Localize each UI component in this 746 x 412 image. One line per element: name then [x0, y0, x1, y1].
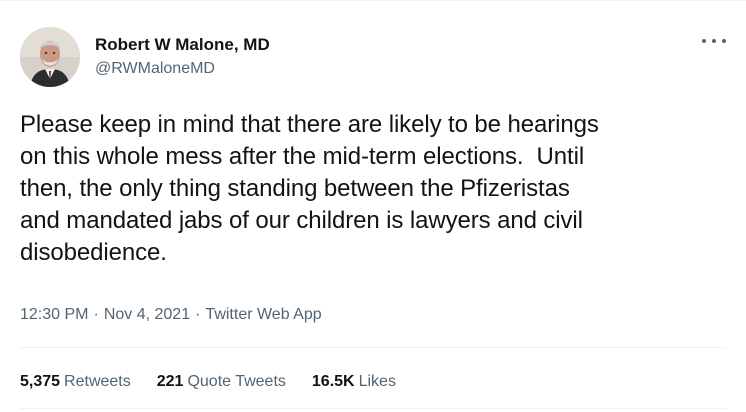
retweets-count: 5,375 [20, 373, 61, 390]
more-dot [712, 39, 716, 43]
quote-tweets-count: 221 [156, 373, 184, 390]
more-options-icon[interactable] [702, 34, 726, 48]
quote-tweets-stat[interactable]: 221 Quote Tweets [157, 371, 286, 393]
likes-count: 16.5K [311, 373, 355, 390]
avatar-portrait-icon [20, 27, 80, 87]
likes-stat[interactable]: 16.5K Likes [312, 371, 396, 393]
tweet-stats: 5,375 Retweets 221 Quote Tweets 16.5K Likes [20, 371, 422, 393]
tweet-card: Robert W Malone, MD @RWMaloneMD Please k… [0, 0, 746, 412]
retweets-stat[interactable]: 5,375 Retweets [20, 371, 131, 393]
meta-separator: · [93, 306, 99, 323]
likes-label: Likes [358, 373, 396, 390]
more-dot [702, 39, 706, 43]
tweet-text: Please keep in mind that there are likel… [20, 111, 599, 266]
stats-divider-bottom [20, 408, 726, 409]
author-display-name[interactable]: Robert W Malone, MD [95, 34, 270, 56]
avatar[interactable] [20, 27, 80, 87]
tweet-date[interactable]: Nov 4, 2021 [104, 304, 190, 326]
tweet-header: Robert W Malone, MD @RWMaloneMD [20, 27, 270, 87]
top-divider [0, 0, 746, 1]
author-names: Robert W Malone, MD @RWMaloneMD [95, 34, 270, 80]
retweets-label: Retweets [64, 373, 131, 390]
author-handle[interactable]: @RWMaloneMD [95, 58, 270, 80]
stats-divider-top [20, 347, 726, 348]
quote-tweets-label: Quote Tweets [187, 373, 286, 390]
tweet-meta: 12:30 PM · Nov 4, 2021 · Twitter Web App [20, 304, 322, 326]
tweet-time[interactable]: 12:30 PM [20, 304, 88, 326]
meta-separator: · [195, 306, 201, 323]
tweet-source[interactable]: Twitter Web App [205, 304, 321, 326]
more-dot [722, 39, 726, 43]
